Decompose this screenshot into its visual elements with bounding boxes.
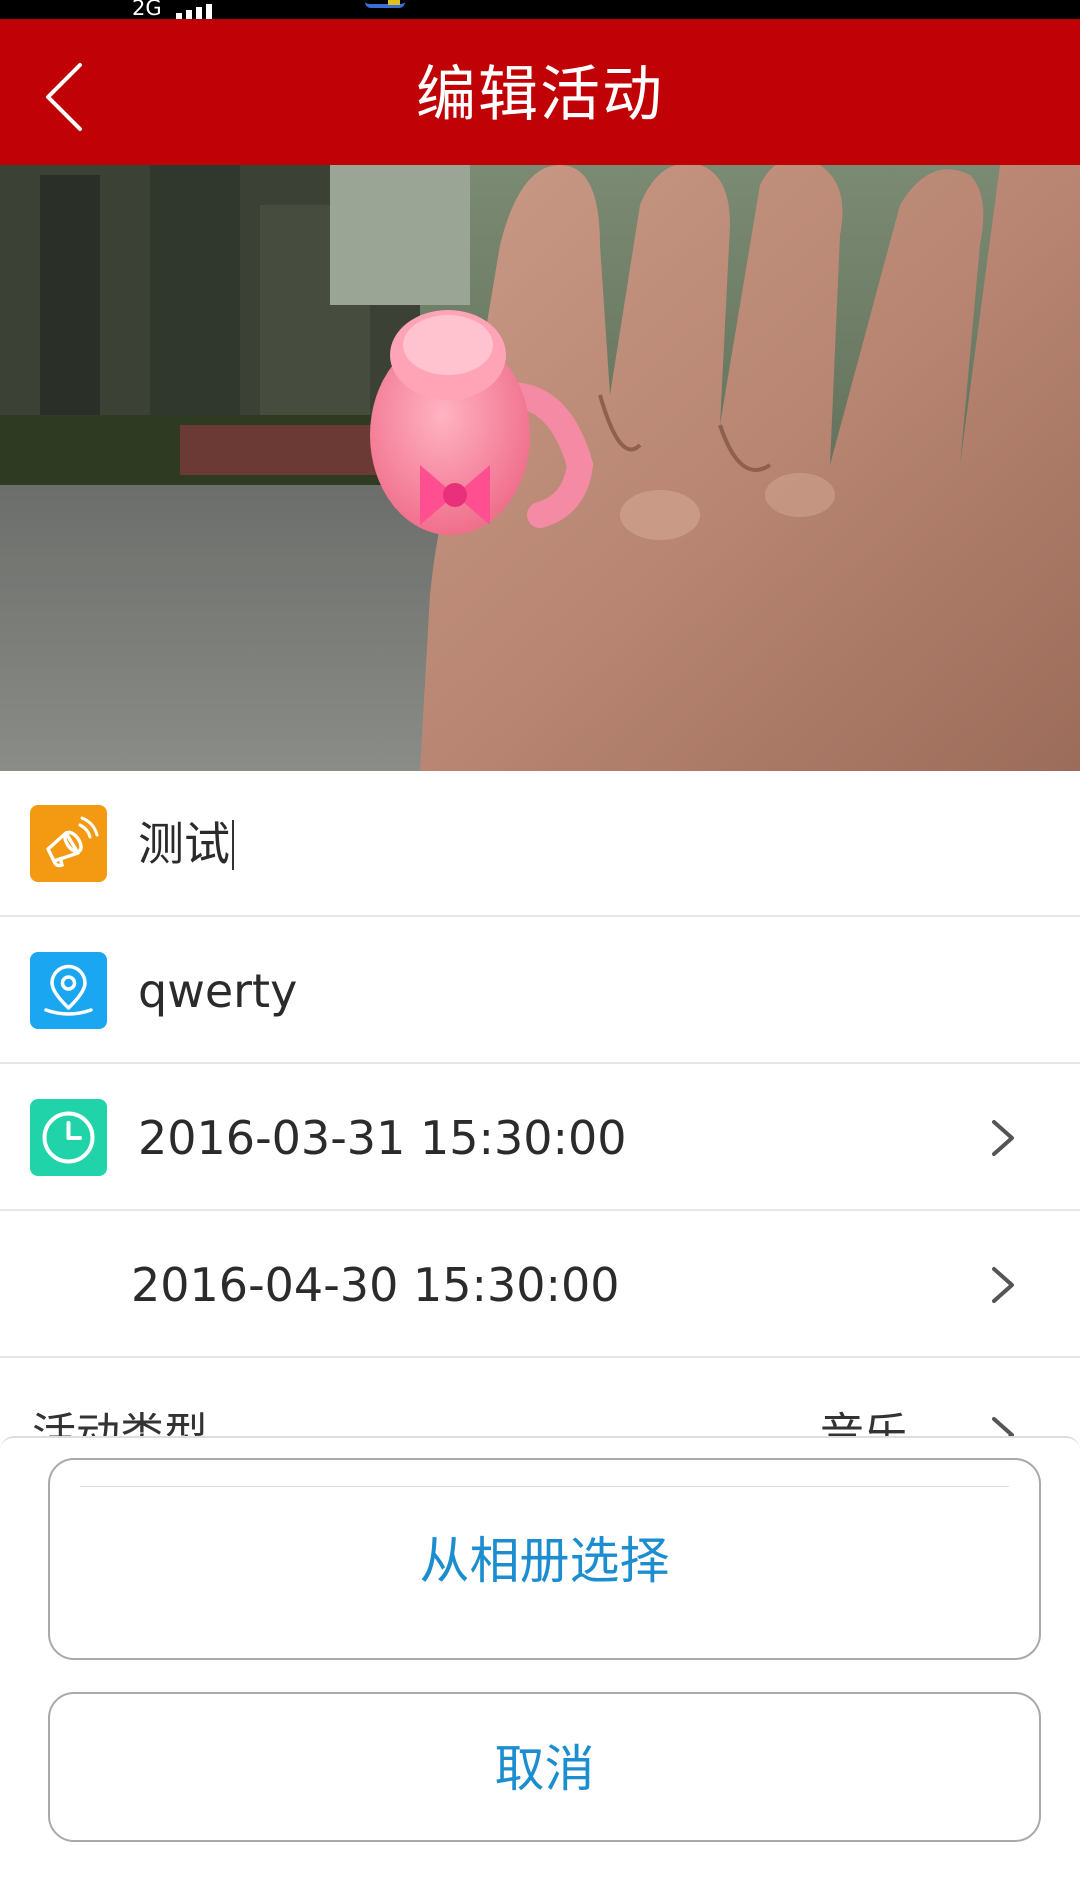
- start-time-row[interactable]: 2016-03-31 15:30:00: [0, 1065, 1080, 1211]
- screen: 2G 编辑活动 测试 qwerty 2016-03-31 15:30:00 20…: [0, 0, 1080, 1882]
- notification-icon: [388, 0, 400, 5]
- activity-photo-image: [0, 165, 1080, 771]
- signal-icon: [176, 4, 222, 19]
- activity-photo[interactable]: [0, 165, 1080, 771]
- cancel-button[interactable]: 取消: [48, 1692, 1041, 1842]
- activity-name-field[interactable]: 测试: [138, 771, 234, 917]
- cancel-label: 取消: [494, 1740, 595, 1798]
- chevron-right-icon: [992, 1267, 1014, 1303]
- app-header: 编辑活动: [0, 19, 1080, 165]
- text-cursor: [232, 819, 234, 870]
- start-time-value: 2016-03-31 15:30:00: [138, 1111, 627, 1165]
- location-pin-icon: [30, 952, 107, 1029]
- choose-from-album-button[interactable]: 从相册选择: [48, 1458, 1041, 1660]
- status-bar: 2G: [0, 0, 1080, 19]
- page-title: 编辑活动: [416, 60, 664, 130]
- divider: [80, 1486, 1009, 1487]
- choose-from-album-label: 从相册选择: [419, 1532, 670, 1590]
- megaphone-icon: [30, 805, 107, 882]
- end-time-value: 2016-04-30 15:30:00: [131, 1258, 620, 1312]
- activity-name-row[interactable]: 测试: [0, 771, 1080, 917]
- activity-name-value: 测试: [138, 817, 230, 871]
- chevron-right-icon: [992, 1120, 1014, 1156]
- end-time-row[interactable]: 2016-04-30 15:30:00: [0, 1212, 1080, 1358]
- photo-action-sheet: 从相册选择 取消: [0, 1436, 1080, 1882]
- clock-icon: [30, 1099, 107, 1176]
- network-type: 2G: [132, 0, 162, 19]
- location-row[interactable]: qwerty: [0, 918, 1080, 1064]
- location-field[interactable]: qwerty: [138, 918, 297, 1064]
